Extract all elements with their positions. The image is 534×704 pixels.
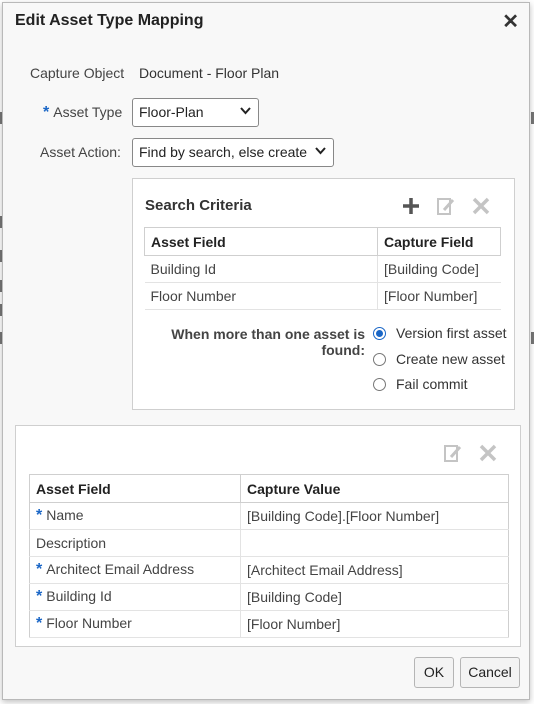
capture-field-cell: [Floor Number] (377, 282, 501, 310)
field-mapping-table: Asset Field Capture Value * Name [Buildin… (29, 474, 509, 638)
delete-icon[interactable] (471, 196, 491, 219)
asset-field-cell: Description (29, 529, 241, 557)
capture-value-cell: [Building Code] (240, 583, 509, 611)
edit-icon[interactable] (443, 443, 463, 466)
dialog-title: Edit Asset Type Mapping (15, 12, 204, 29)
multiple-assets-label: When more than one asset is found: (143, 326, 365, 358)
edit-icon[interactable] (436, 196, 456, 219)
table-row[interactable]: Floor Number [Floor Number] (144, 282, 501, 310)
asset-type-select[interactable]: Floor-Plan (132, 98, 259, 127)
radio-label: Create new asset (396, 351, 505, 367)
close-icon[interactable]: ✕ (502, 9, 519, 34)
column-header-capture-value[interactable]: Capture Value (240, 474, 509, 503)
asset-field-name: Description (36, 535, 107, 551)
required-icon: * (43, 104, 50, 121)
column-header-capture-field[interactable]: Capture Field (377, 227, 501, 256)
radio-create-new-asset[interactable]: Create new asset (373, 351, 505, 367)
table-row[interactable]: * Architect Email Address [Architect Emai… (29, 556, 509, 584)
asset-field-cell: Building Id (144, 255, 378, 283)
asset-field-cell: * Floor Number (29, 610, 241, 638)
radio-label: Version first asset (396, 325, 507, 341)
search-criteria-title: Search Criteria (145, 197, 252, 214)
asset-type-label: Asset Type (53, 104, 123, 120)
table-row[interactable]: * Building Id [Building Code] (29, 583, 509, 611)
capture-value-cell: [Floor Number] (240, 610, 509, 638)
search-criteria-table: Asset Field Capture Field Building Id [B… (144, 227, 501, 310)
ok-button[interactable]: OK (414, 657, 454, 688)
dialog-titlebar: Edit Asset Type Mapping ✕ (3, 3, 529, 41)
asset-type-label-wrap: * Asset Type (43, 104, 122, 122)
cancel-button[interactable]: Cancel (460, 657, 520, 688)
table-row[interactable]: * Floor Number [Floor Number] (29, 610, 509, 638)
table-header-row: Asset Field Capture Field (144, 227, 501, 256)
capture-value-cell (240, 529, 509, 557)
delete-icon[interactable] (478, 443, 498, 466)
radio-unselected-icon[interactable] (373, 352, 386, 366)
capture-object-label: Capture Object (30, 65, 125, 81)
asset-field-name: Building Id (46, 588, 112, 604)
capture-field-cell: [Building Code] (377, 255, 501, 283)
asset-field-cell: * Architect Email Address (29, 556, 241, 584)
column-header-asset-field[interactable]: Asset Field (29, 474, 241, 503)
required-icon: * (36, 507, 43, 524)
radio-unselected-icon[interactable] (373, 377, 386, 391)
field-mapping-panel: Asset Field Capture Value * Name [Buildin… (15, 425, 521, 647)
asset-action-label: Asset Action: (40, 144, 121, 160)
asset-field-name: Name (46, 507, 84, 523)
add-icon[interactable] (401, 196, 421, 219)
asset-type-value: Floor-Plan (139, 104, 204, 120)
asset-field-name: Architect Email Address (46, 561, 195, 577)
radio-fail-commit[interactable]: Fail commit (373, 376, 468, 392)
asset-action-value: Find by search, else create (139, 144, 308, 160)
asset-action-select[interactable]: Find by search, else create (132, 138, 334, 167)
asset-field-name: Floor Number (46, 615, 132, 631)
radio-selected-icon[interactable] (373, 326, 386, 340)
asset-field-cell: * Building Id (29, 583, 241, 611)
radio-label: Fail commit (396, 376, 468, 392)
radio-version-first-asset[interactable]: Version first asset (373, 325, 507, 341)
table-header-row: Asset Field Capture Value (29, 474, 509, 503)
edit-asset-type-mapping-dialog: Edit Asset Type Mapping ✕ Capture Object… (2, 2, 530, 700)
chevron-down-icon (315, 144, 326, 158)
required-icon: * (36, 588, 43, 605)
capture-value-cell: [Architect Email Address] (240, 556, 509, 584)
multiple-assets-label-line2: found: (321, 342, 365, 358)
required-icon: * (36, 615, 43, 632)
asset-field-cell: * Name (29, 502, 241, 530)
column-header-asset-field[interactable]: Asset Field (144, 227, 378, 256)
capture-value-cell: [Building Code].[Floor Number] (240, 502, 509, 530)
table-row[interactable]: Description (29, 529, 509, 557)
capture-object-value: Document - Floor Plan (139, 65, 280, 81)
table-row[interactable]: Building Id [Building Code] (144, 255, 501, 283)
table-row[interactable]: * Name [Building Code].[Floor Number] (29, 502, 509, 530)
chevron-down-icon (240, 104, 251, 118)
required-icon: * (36, 561, 43, 578)
asset-field-cell: Floor Number (144, 282, 378, 310)
multiple-assets-label-line1: When more than one asset is (171, 326, 365, 342)
